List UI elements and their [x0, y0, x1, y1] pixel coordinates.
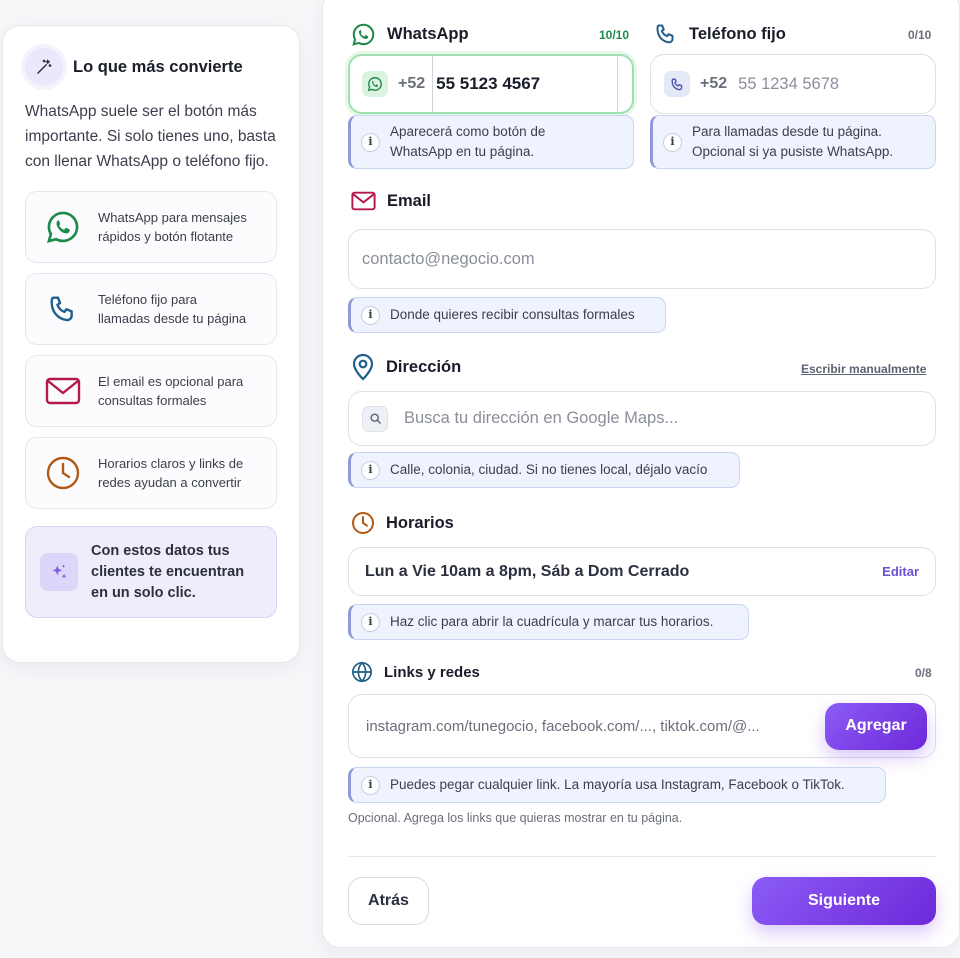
tip-email: El email es opcional para consultas form…: [25, 355, 277, 427]
contact-form-card: WhatsApp 10/10 +52 55 5123 4567 i Aparec…: [322, 0, 960, 948]
add-link-button[interactable]: Agregar: [825, 702, 927, 750]
address-input[interactable]: Busca tu dirección en Google Maps...: [404, 409, 678, 428]
tip-text: El email es opcional para: [98, 374, 244, 389]
hint-text: Calle, colonia, ciudad. Si no tienes loc…: [390, 462, 708, 477]
hours-field[interactable]: Lun a Vie 10am a 8pm, Sáb a Dom Cerrado …: [348, 547, 936, 596]
sparkles-icon: [40, 553, 78, 591]
mail-icon: [44, 372, 82, 410]
phone-chip-icon: [664, 71, 690, 97]
clock-icon: [44, 454, 82, 492]
footer-divider: [348, 856, 936, 857]
globe-icon: [352, 661, 372, 683]
email-input[interactable]: contacto@negocio.com: [362, 250, 535, 269]
tip-whatsapp: WhatsApp para mensajes rápidos y botón f…: [25, 191, 277, 263]
whatsapp-icon: [44, 208, 82, 246]
hours-label: Horarios: [351, 511, 454, 535]
whatsapp-chip-icon: [362, 71, 388, 97]
links-optional-note: Opcional. Agrega los links que quieras m…: [348, 811, 683, 825]
phone-label: Teléfono fijo: [654, 22, 786, 46]
email-hint: i Donde quieres recibir consultas formal…: [348, 297, 666, 333]
address-label-text: Dirección: [386, 357, 462, 376]
links-label-text: Links y redes: [384, 663, 480, 681]
links-label: Links y redes: [351, 661, 480, 683]
whatsapp-icon: [352, 23, 375, 46]
write-manually-link[interactable]: Escribir manualmente: [801, 362, 926, 376]
tip-text: Teléfono fijo para: [98, 292, 198, 307]
links-count: 0/8: [915, 666, 932, 680]
back-button[interactable]: Atrás: [348, 877, 429, 925]
email-label-text: Email: [387, 191, 432, 210]
address-label: Dirección: [351, 353, 461, 381]
phone-digit-count: 0/10: [908, 28, 932, 42]
tip-phone: Teléfono fijo para llamadas desde tu pág…: [25, 273, 277, 345]
tip-hours: Horarios claros y links de redes ayudan …: [25, 437, 277, 509]
whatsapp-input-value: 55 5123 4567: [436, 74, 541, 93]
phone-field[interactable]: +52 55 1234 5678: [650, 54, 936, 114]
promo-text: Con estos datos tus: [91, 542, 230, 559]
phone-icon: [656, 24, 674, 44]
hint-text: WhatsApp en tu página.: [390, 144, 535, 159]
phone-icon: [44, 290, 82, 328]
address-field[interactable]: Busca tu dirección en Google Maps...: [348, 391, 936, 446]
tip-text: redes ayudan a convertir: [98, 475, 242, 490]
hint-text: Haz clic para abrir la cuadrícula y marc…: [390, 614, 714, 629]
sidebar-header: Lo que más convierte: [25, 48, 277, 86]
hint-text: Puedes pegar cualquier link. La mayoría …: [390, 777, 845, 792]
info-icon: i: [361, 775, 380, 795]
tip-text: llamadas desde tu página: [98, 311, 247, 326]
hint-text: Para llamadas desde tu página.: [692, 124, 882, 139]
tips-list: WhatsApp para mensajes rápidos y botón f…: [25, 191, 277, 509]
tip-text: consultas formales: [98, 393, 207, 408]
phone-input[interactable]: 55 1234 5678: [738, 75, 839, 94]
whatsapp-input[interactable]: 55 5123 4567: [432, 55, 619, 113]
email-field[interactable]: contacto@negocio.com: [348, 229, 936, 289]
tip-text: Horarios claros y links de: [98, 456, 244, 471]
promo-box: Con estos datos tus clientes te encuentr…: [25, 526, 277, 618]
edit-hours-button[interactable]: Editar: [882, 564, 919, 579]
hint-text: Opcional si ya pusiste WhatsApp.: [692, 144, 894, 159]
whatsapp-hint: i Aparecerá como botón de WhatsApp en tu…: [348, 115, 634, 169]
sidebar-intro: WhatsApp suele ser el botón más importan…: [25, 103, 276, 170]
whatsapp-digit-count: 10/10: [599, 28, 630, 42]
info-icon: i: [361, 132, 380, 152]
email-label: Email: [351, 191, 431, 211]
address-hint: i Calle, colonia, ciudad. Si no tienes l…: [348, 452, 740, 488]
whatsapp-label: WhatsApp: [351, 22, 469, 47]
info-icon: i: [361, 305, 380, 325]
search-icon: [362, 405, 388, 432]
phone-country-code: +52: [700, 75, 728, 92]
mail-icon: [351, 191, 376, 211]
whatsapp-country-code: +52: [398, 75, 426, 92]
promo-text: en un solo clic.: [91, 584, 196, 601]
clock-icon: [352, 512, 374, 534]
hours-label-text: Horarios: [386, 513, 454, 532]
hint-text: Aparecerá como botón de: [390, 124, 546, 139]
links-field[interactable]: instagram.com/tunegocio, facebook.com/..…: [348, 694, 936, 758]
info-icon: i: [361, 460, 380, 480]
hours-hint: i Haz clic para abrir la cuadrícula y ma…: [348, 604, 749, 640]
promo-text: clientes te encuentran: [91, 563, 245, 580]
links-input[interactable]: instagram.com/tunegocio, facebook.com/..…: [366, 718, 760, 735]
links-hint: i Puedes pegar cualquier link. La mayorí…: [348, 767, 886, 803]
whatsapp-field[interactable]: +52 55 5123 4567: [348, 54, 634, 114]
map-pin-icon: [352, 353, 374, 381]
hours-value: Lun a Vie 10am a 8pm, Sáb a Dom Cerrado: [365, 562, 690, 580]
tips-sidebar: Lo que más convierte WhatsApp suele ser …: [2, 25, 300, 663]
next-button[interactable]: Siguiente: [752, 877, 936, 925]
sidebar-title: Lo que más convierte: [73, 57, 243, 76]
phone-hint: i Para llamadas desde tu página. Opciona…: [650, 115, 936, 169]
info-icon: i: [663, 132, 682, 152]
hint-text: Donde quieres recibir consultas formales: [390, 307, 635, 322]
phone-label-text: Teléfono fijo: [689, 24, 786, 43]
tip-text: WhatsApp para mensajes: [98, 210, 247, 225]
whatsapp-label-text: WhatsApp: [387, 25, 469, 43]
magic-wand-icon: [25, 48, 63, 86]
info-icon: i: [361, 612, 380, 632]
tip-text: rápidos y botón flotante: [98, 229, 234, 244]
